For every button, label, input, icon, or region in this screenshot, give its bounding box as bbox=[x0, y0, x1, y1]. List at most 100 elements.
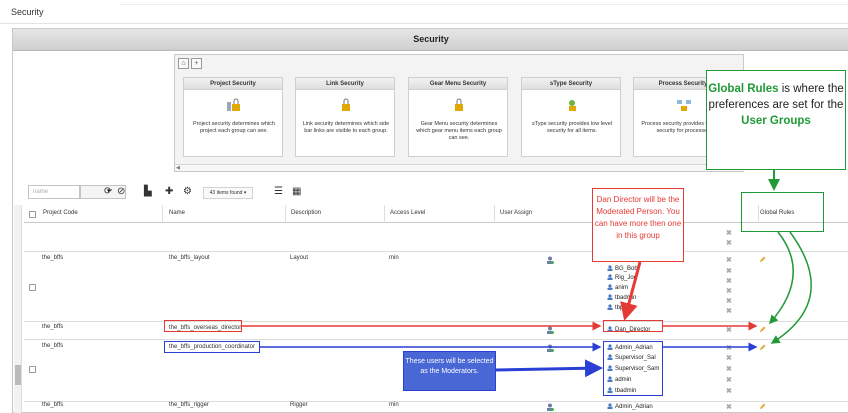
panel-title-bar: Security bbox=[13, 29, 848, 51]
moderated-person-callout: Dan Director will be the Moderated Perso… bbox=[592, 188, 684, 262]
remove-icon[interactable]: ✖ bbox=[726, 354, 732, 362]
row-checkbox[interactable] bbox=[29, 284, 36, 291]
column-header-description[interactable]: Description bbox=[291, 210, 321, 216]
remove-icon[interactable]: ✖ bbox=[726, 387, 732, 395]
remove-icon[interactable]: ✖ bbox=[726, 403, 732, 411]
list-view-icon[interactable]: ☰ bbox=[274, 186, 283, 198]
table-row[interactable]: the_bffs the_bffs_overseas_director Dan_… bbox=[24, 322, 848, 340]
card-title: Link Security bbox=[296, 78, 394, 90]
card-desc: Link security determines which side bar … bbox=[302, 121, 390, 134]
card-title: Project Security bbox=[184, 78, 282, 90]
edit-rules-icon[interactable] bbox=[759, 403, 766, 410]
clear-icon[interactable]: ⊘ bbox=[117, 186, 125, 198]
link-lock-icon bbox=[342, 98, 350, 111]
cell-project-code: the_bffs bbox=[42, 255, 64, 261]
table-row[interactable]: the_bffs the_bffs_rigger Rigger min Admi… bbox=[24, 402, 848, 413]
remove-icon[interactable]: ✖ bbox=[726, 256, 732, 264]
user-list-item: BG_Bob bbox=[607, 265, 638, 274]
row-checkbox[interactable] bbox=[29, 366, 36, 373]
user-list-item: tbprodu bbox=[607, 304, 635, 313]
scroll-left-icon[interactable]: ◀ bbox=[176, 165, 180, 171]
remove-icon[interactable]: ✖ bbox=[726, 326, 732, 334]
production-coordinator-highlight bbox=[164, 341, 260, 353]
card-title: sType Security bbox=[522, 78, 620, 90]
tab-strip bbox=[120, 0, 848, 5]
cell-description: Layout bbox=[290, 255, 309, 261]
user-icon bbox=[607, 274, 613, 280]
remove-icon[interactable]: ✖ bbox=[726, 239, 732, 247]
remove-icon[interactable]: ✖ bbox=[726, 229, 732, 237]
column-header-name[interactable]: Name bbox=[169, 210, 185, 216]
card-title: Gear Menu Security bbox=[409, 78, 507, 90]
gear-icon[interactable]: ⚙ bbox=[183, 186, 192, 198]
grid-vertical-scrollbar[interactable] bbox=[14, 205, 22, 413]
remove-icon[interactable]: ✖ bbox=[726, 277, 732, 285]
user-assign-icon[interactable] bbox=[546, 344, 554, 352]
card-project-security[interactable]: Project Security Project security determ… bbox=[183, 77, 283, 157]
remove-icon[interactable]: ✖ bbox=[726, 267, 732, 275]
add-icon[interactable]: ✚ bbox=[165, 186, 173, 198]
remove-icon[interactable]: ✖ bbox=[726, 365, 732, 373]
dan-director-highlight bbox=[603, 320, 663, 332]
add-icon[interactable]: + bbox=[191, 58, 202, 69]
user-list-item: Rig_Joe bbox=[607, 274, 637, 283]
user-icon bbox=[607, 294, 613, 300]
remove-icon[interactable]: ✖ bbox=[726, 376, 732, 384]
cell-project-code: the_bffs bbox=[42, 324, 64, 330]
user-icon bbox=[607, 265, 613, 271]
remove-icon[interactable]: ✖ bbox=[726, 307, 732, 315]
user-assign-icon[interactable] bbox=[546, 256, 554, 264]
user-list-item: Admin_Adrian bbox=[607, 403, 653, 412]
column-header-access-level[interactable]: Access Level bbox=[390, 210, 425, 216]
cell-name: the_bffs_layout bbox=[169, 255, 210, 261]
cell-project-code: the_bffs bbox=[42, 402, 64, 408]
card-gear-menu-security[interactable]: Gear Menu Security Gear Menu security de… bbox=[408, 77, 508, 157]
refresh-icon[interactable]: ⟳ bbox=[104, 186, 112, 198]
user-icon bbox=[607, 403, 613, 409]
user-assign-icon[interactable] bbox=[546, 326, 554, 334]
column-header-user-assign[interactable]: User Assign bbox=[500, 210, 532, 216]
table-row[interactable]: the_bffs the_bffs_layout Layout min BG_B… bbox=[24, 252, 848, 322]
carousel-scrollbar[interactable]: ◀ bbox=[175, 164, 745, 171]
edit-rules-icon[interactable] bbox=[759, 256, 766, 263]
home-icon[interactable]: ⌂ bbox=[178, 58, 189, 69]
user-assign-icon[interactable] bbox=[546, 403, 554, 411]
card-desc: sType security provides low level securi… bbox=[531, 121, 613, 134]
items-found-dropdown[interactable]: 43 items found ▾ bbox=[203, 187, 253, 199]
cell-access-level: min bbox=[389, 402, 399, 408]
user-icon bbox=[607, 304, 613, 310]
card-desc: Gear Menu security determines which gear… bbox=[416, 121, 502, 141]
select-all-checkbox[interactable] bbox=[29, 211, 36, 218]
column-header-project-code[interactable]: Project Code bbox=[43, 210, 78, 216]
table-header: Project Code Name Description Access Lev… bbox=[24, 205, 848, 223]
overseas-director-highlight bbox=[164, 320, 242, 332]
card-link-security[interactable]: Link Security Link security determines w… bbox=[295, 77, 395, 157]
search-input[interactable]: name bbox=[28, 185, 80, 199]
table-row: ✖ ✖ bbox=[24, 224, 848, 252]
remove-icon[interactable]: ✖ bbox=[726, 344, 732, 352]
user-list-item: anim bbox=[607, 284, 628, 293]
save-icon[interactable]: ▙ bbox=[144, 186, 152, 198]
edit-rules-icon[interactable] bbox=[759, 326, 766, 333]
user-list-item: tbadmin bbox=[607, 294, 636, 303]
cell-name: the_bffs_rigger bbox=[169, 402, 209, 408]
card-stype-security[interactable]: sType Security sType security provides l… bbox=[521, 77, 621, 157]
lock-icon bbox=[227, 98, 240, 111]
process-icon bbox=[677, 100, 691, 111]
stype-lock-icon bbox=[569, 100, 576, 111]
global-rules-highlight bbox=[741, 192, 824, 232]
global-rules-callout: Global Rules is where the preferences ar… bbox=[706, 70, 846, 170]
column-view-icon[interactable]: ▦ bbox=[292, 186, 301, 198]
cell-access-level: min bbox=[389, 255, 399, 261]
panel-title: Security bbox=[413, 34, 449, 44]
scroll-thumb[interactable] bbox=[15, 365, 21, 385]
card-desc: Project security determines which projec… bbox=[193, 121, 275, 134]
security-carousel: ⌂ + Project Security Project security de… bbox=[174, 54, 745, 172]
edit-rules-icon[interactable] bbox=[759, 344, 766, 351]
cell-description: Rigger bbox=[290, 402, 308, 408]
page-title: Security bbox=[11, 7, 44, 17]
remove-icon[interactable]: ✖ bbox=[726, 287, 732, 295]
user-icon bbox=[607, 284, 613, 290]
moderators-callout: These users will be selected as the Mode… bbox=[403, 351, 496, 391]
remove-icon[interactable]: ✖ bbox=[726, 297, 732, 305]
